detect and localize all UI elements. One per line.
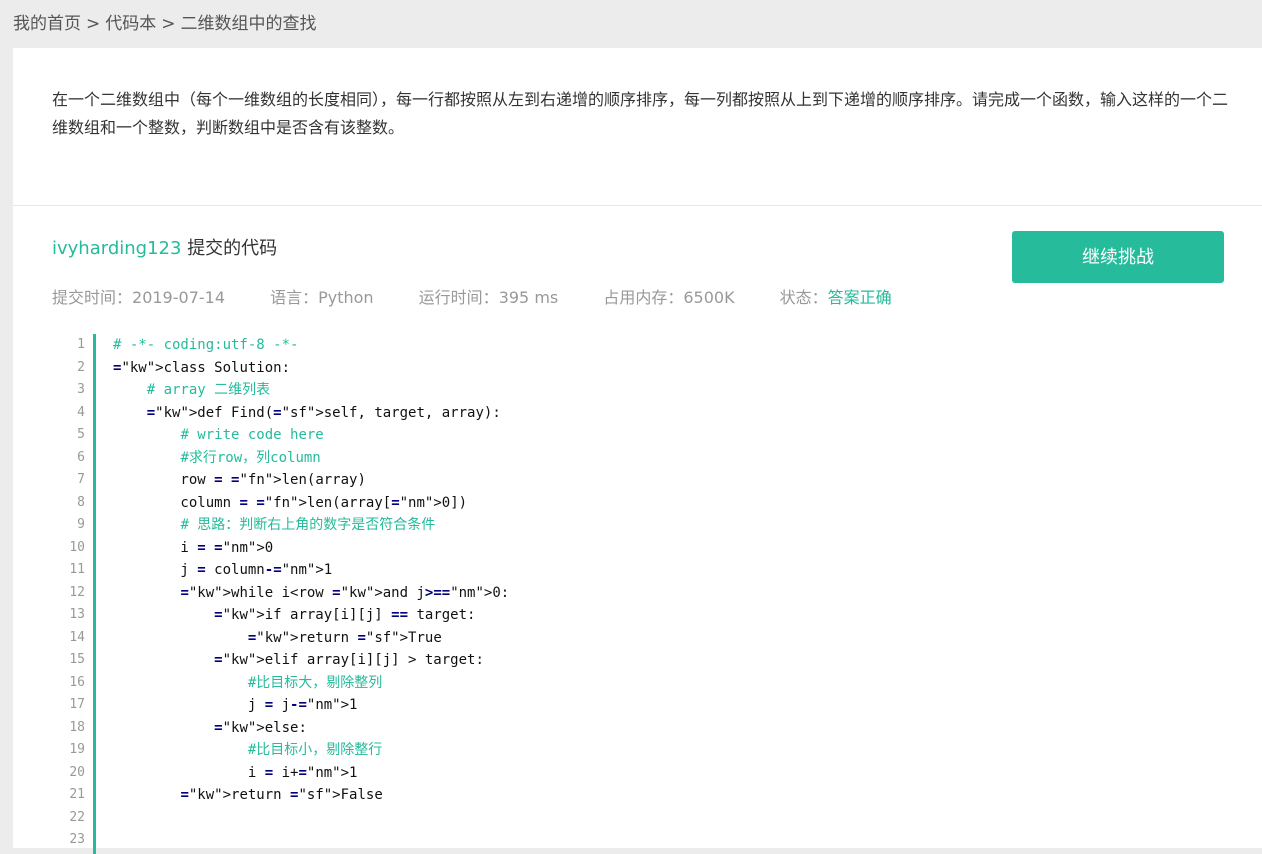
code-line: # array 二维列表: [146, 382, 271, 398]
code-line: #比目标小，剔除整行: [247, 742, 383, 758]
code-line: #比目标大，剔除整列: [247, 674, 383, 691]
code-viewer: 1 2 3 4 5 6 7 8 9 10 11 12 13 14 15 16 17 18 19 20 21 22 23 # …: [63, 334, 1243, 854]
line-number: 8: [77, 494, 85, 510]
code-line: ="kw">class Solution:: [113, 359, 291, 376]
runtime: 运行时间：395 ms: [418, 288, 559, 307]
line-number: 17: [69, 697, 85, 712]
code-accent-bar: [93, 334, 96, 854]
code-line: ="kw">return ="sf">False: [180, 787, 383, 803]
code-line: # 思路：判断右上角的数字是否符合条件: [180, 517, 436, 533]
line-number-gutter: 1 2 3 4 5 6 7 8 9 10 11 12 13 14 15 16 17 18 19 20 21 22 23: [63, 334, 85, 852]
line-number: 18: [69, 719, 85, 735]
breadcrumb-separator: >: [86, 14, 101, 34]
line-number: 14: [69, 629, 85, 645]
code-line: i = i+="nm">1: [113, 764, 358, 781]
code-line: ="kw">def Find(="sf">self, target, array…: [146, 404, 501, 421]
code-lines[interactable]: # -*- coding:utf-8 -*- ="kw">class Soluti…: [113, 334, 509, 852]
line-number: 22: [69, 809, 85, 825]
code-line: ="kw">else:: [214, 719, 307, 736]
submission-meta: 提交时间：2019-07-14 语言：Python 运行时间：395 ms 占用…: [52, 284, 932, 308]
line-number: 19: [69, 742, 85, 757]
submission-suffix: 提交的代码: [187, 238, 278, 259]
code-line: # -*- coding:utf-8 -*-: [113, 337, 299, 353]
line-number: 20: [69, 764, 85, 780]
submit-time: 提交时间：2019-07-14: [52, 288, 225, 307]
line-number: 2: [77, 359, 85, 375]
breadcrumb: 我的首页 > 代码本 > 二维数组中的查找: [13, 9, 317, 34]
breadcrumb-current: 二维数组中的查找: [180, 14, 317, 34]
code-line: ="kw">while i<row ="kw">and j>=="nm">0:: [180, 584, 510, 601]
code-line: #求行row，列column: [180, 449, 321, 466]
line-number: 15: [69, 652, 85, 667]
code-line: row = ="fn">len(array): [113, 472, 366, 488]
line-number: 1: [77, 337, 85, 352]
breadcrumb-separator: >: [161, 14, 176, 34]
language: 语言：Python: [270, 288, 374, 307]
line-number: 7: [77, 472, 85, 487]
divider: [13, 205, 1262, 206]
code-line: ="kw">if array[i][j] == target:: [214, 607, 476, 623]
main-panel: 在一个二维数组中（每个一维数组的长度相同），每一行都按照从左到右递增的顺序排序，…: [13, 48, 1262, 854]
continue-challenge-button[interactable]: 继续挑战: [1012, 231, 1224, 283]
user-link[interactable]: ivyharding123: [52, 238, 181, 259]
line-number: 23: [69, 832, 85, 847]
code-line: i = ="nm">0: [113, 539, 274, 556]
memory: 占用内存：6500K: [603, 288, 735, 307]
line-number: 4: [77, 404, 85, 420]
line-number: 9: [77, 517, 85, 532]
line-number: 10: [69, 539, 85, 555]
submission-header: ivyharding123 提交的代码: [52, 234, 277, 260]
line-number: 6: [77, 449, 85, 465]
code-line: ="kw">elif array[i][j] > target:: [214, 652, 484, 668]
code-line: j = j-="nm">1: [113, 697, 358, 713]
problem-description: 在一个二维数组中（每个一维数组的长度相同），每一行都按照从左到右递增的顺序排序，…: [52, 90, 1229, 137]
code-line: j = column-="nm">1: [113, 562, 333, 578]
status: 状态：答案正确: [779, 288, 892, 307]
line-number: 3: [77, 382, 85, 397]
code-line: ="kw">return ="sf">True: [247, 629, 442, 646]
status-badge: 答案正确: [827, 288, 892, 307]
code-line: column = ="fn">len(array[="nm">0]): [113, 494, 468, 511]
line-number: 13: [69, 607, 85, 622]
breadcrumb-codebook[interactable]: 代码本: [105, 14, 156, 34]
line-number: 11: [69, 562, 85, 577]
code-line: # write code here: [180, 427, 324, 443]
line-number: 12: [69, 584, 85, 600]
breadcrumb-home[interactable]: 我的首页: [13, 14, 81, 34]
line-number: 5: [77, 427, 85, 442]
line-number: 16: [69, 674, 85, 690]
line-number: 21: [69, 787, 85, 802]
